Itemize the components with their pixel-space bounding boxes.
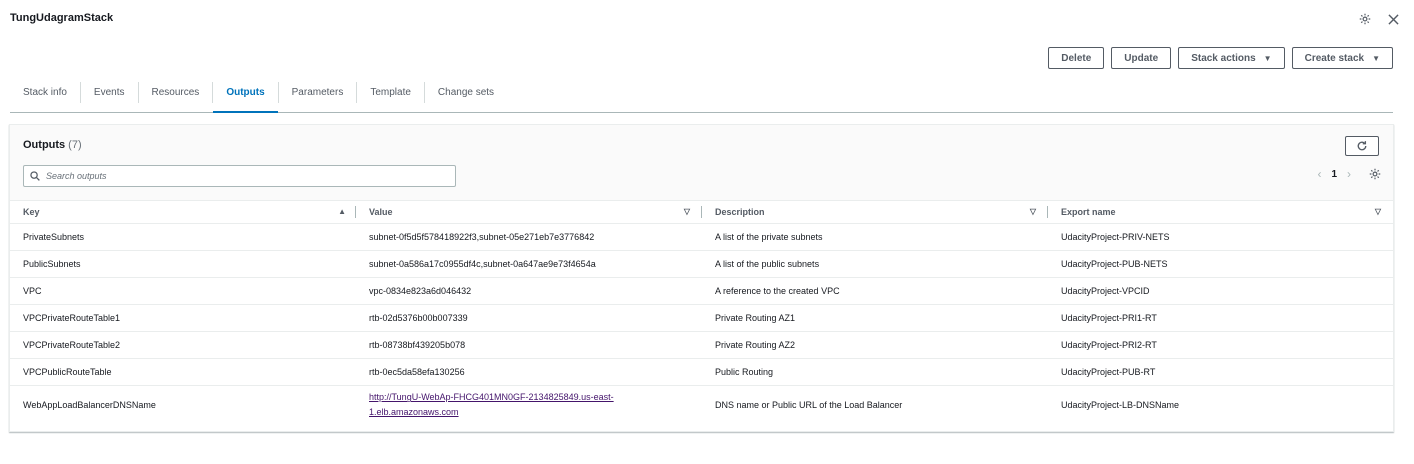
output-key: VPCPublicRouteTable	[10, 358, 356, 386]
output-description: Public Routing	[702, 358, 1048, 386]
output-description: DNS name or Public URL of the Load Balan…	[715, 400, 903, 411]
column-header-value[interactable]: Value ▽	[356, 201, 702, 224]
create-stack-dropdown[interactable]: Create stack ▼	[1291, 47, 1393, 69]
table-row: PrivateSubnets subnet-0f5d5f578418922f3,s…	[10, 223, 1393, 251]
link-text-line: http://TungU-WebAp-FHCG401MN0GF-21348258…	[369, 392, 614, 403]
output-export-name: UdacityProject-PUB-NETS	[1048, 250, 1393, 278]
output-description: A list of the public subnets	[702, 250, 1048, 278]
outputs-table: Key ▲ Value ▽ Description ▽ Export name ▽ Pr…	[10, 201, 1393, 425]
tab-resources[interactable]: Resources	[139, 82, 214, 103]
tab-change-sets[interactable]: Change sets	[425, 82, 507, 103]
table-row: PublicSubnets subnet-0a586a17c0955df4c,su…	[10, 250, 1393, 278]
tab-stack-info[interactable]: Stack info	[10, 82, 81, 103]
output-value-link[interactable]: http://TungU-WebAp-FHCG401MN0GF-21348258…	[369, 392, 614, 417]
output-value: subnet-0f5d5f578418922f3,subnet-05e271eb…	[356, 223, 702, 251]
caret-down-icon: ▼	[1372, 53, 1380, 63]
chevron-left-icon[interactable]: ‹	[1317, 167, 1321, 181]
output-description: A list of the private subnets	[702, 223, 1048, 251]
output-value: rtb-08738bf439205b078	[356, 331, 702, 359]
output-value: rtb-0ec5da58efa130256	[356, 358, 702, 386]
table-row: VPCPrivateRouteTable1 rtb-02d5376b00b0073…	[10, 304, 1393, 332]
refresh-button[interactable]	[1345, 136, 1379, 156]
gear-icon[interactable]	[1358, 12, 1372, 26]
search-input[interactable]	[46, 171, 446, 181]
output-key: PublicSubnets	[10, 250, 356, 278]
output-key: VPCPrivateRouteTable2	[10, 331, 356, 359]
output-description: Private Routing AZ1	[702, 304, 1048, 332]
stack-title: TungUdagramStack	[10, 12, 114, 24]
output-key: VPC	[10, 277, 356, 305]
chevron-right-icon[interactable]: ›	[1347, 167, 1351, 181]
output-value: subnet-0a586a17c0955df4c,subnet-0a647ae9…	[356, 250, 702, 278]
output-export-name: UdacityProject-VPCID	[1048, 277, 1393, 305]
output-export-name: UdacityProject-PUB-RT	[1048, 358, 1393, 386]
output-export-name: UdacityProject-PRIV-NETS	[1048, 223, 1393, 251]
gear-icon[interactable]	[1369, 168, 1381, 180]
caret-down-icon: ▼	[1263, 53, 1272, 63]
sort-icon: ▽	[683, 207, 690, 216]
stack-actions-bar: Delete Update Stack actions ▼ Create stac…	[1048, 47, 1393, 69]
search-icon	[30, 171, 40, 181]
tab-events[interactable]: Events	[81, 82, 139, 103]
tab-outputs[interactable]: Outputs	[213, 82, 279, 113]
create-stack-label: Create stack	[1304, 52, 1365, 64]
column-header-key[interactable]: Key ▲	[10, 201, 356, 224]
stack-actions-dropdown[interactable]: Stack actions ▼	[1178, 47, 1285, 69]
output-key: PrivateSubnets	[10, 223, 356, 251]
tab-template[interactable]: Template	[357, 82, 425, 103]
stack-tabs: Stack info Events Resources Outputs Para…	[10, 82, 1393, 113]
output-description: Private Routing AZ2	[702, 331, 1048, 359]
header-icons	[1358, 12, 1400, 26]
output-value: rtb-02d5376b00b007339	[356, 304, 702, 332]
delete-button[interactable]: Delete	[1048, 47, 1105, 69]
outputs-panel-header: Outputs(7) ‹ 1 ›	[10, 125, 1393, 201]
close-icon[interactable]	[1386, 12, 1400, 26]
output-export-name: UdacityProject-PRI1-RT	[1048, 304, 1393, 332]
update-button[interactable]: Update	[1111, 47, 1172, 69]
output-export-name: UdacityProject-PRI2-RT	[1048, 331, 1393, 359]
table-row: VPCPublicRouteTable rtb-0ec5da58efa130256…	[10, 358, 1393, 386]
outputs-count: (7)	[68, 139, 82, 151]
output-value: http://TungU-WebAp-FHCG401MN0GF-21348258…	[356, 385, 702, 425]
link-text-line: 1.elb.amazonaws.com	[369, 407, 459, 418]
sort-icon: ▽	[1029, 207, 1036, 216]
sort-ascending-icon: ▲	[338, 207, 346, 216]
outputs-title: Outputs (7)	[23, 139, 82, 151]
column-header-label: Value	[369, 206, 393, 217]
update-button-label: Update	[1124, 52, 1159, 64]
column-header-label: Export name	[1061, 206, 1116, 217]
sort-icon: ▽	[1374, 207, 1381, 216]
column-header-label: Key	[23, 206, 40, 217]
output-description: A reference to the created VPC	[702, 277, 1048, 305]
page-number[interactable]: 1	[1331, 169, 1337, 180]
outputs-panel: Outputs(7) ‹ 1 › Key ▲ Value ▽ Description…	[9, 124, 1394, 432]
output-export-name: UdacityProject-LB-DNSName	[1061, 400, 1180, 411]
output-key: WebAppLoadBalancerDNSName	[23, 400, 156, 411]
column-header-description[interactable]: Description ▽	[702, 201, 1048, 224]
table-row: VPC vpc-0834e823a6d046432 A reference to t…	[10, 277, 1393, 305]
table-row: VPCPrivateRouteTable2 rtb-08738bf439205b0…	[10, 331, 1393, 359]
output-key: VPCPrivateRouteTable1	[10, 304, 356, 332]
column-header-export-name[interactable]: Export name ▽	[1048, 201, 1393, 224]
table-header-row: Key ▲ Value ▽ Description ▽ Export name ▽	[10, 201, 1393, 224]
delete-button-label: Delete	[1061, 52, 1092, 64]
pagination: ‹ 1 ›	[1317, 167, 1381, 181]
stack-actions-label: Stack actions	[1191, 52, 1256, 64]
refresh-icon	[1357, 141, 1367, 151]
outputs-title-text: Outputs	[23, 139, 66, 151]
tab-parameters[interactable]: Parameters	[279, 82, 358, 103]
table-row: WebAppLoadBalancerDNSName http://TungU-W…	[10, 385, 1393, 425]
column-header-label: Description	[715, 206, 765, 217]
output-value: vpc-0834e823a6d046432	[356, 277, 702, 305]
search-field[interactable]	[23, 165, 456, 187]
